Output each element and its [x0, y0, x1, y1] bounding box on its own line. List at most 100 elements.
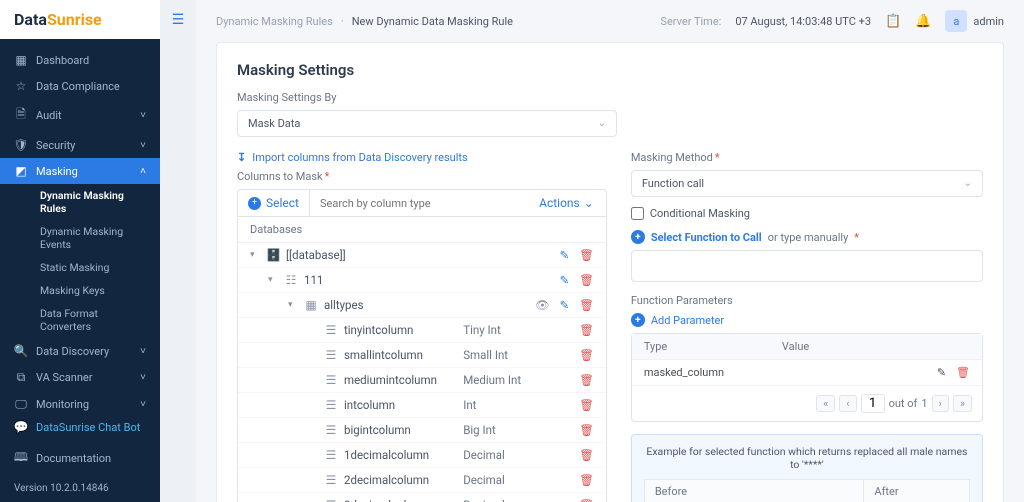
delete-icon[interactable]: 🗑 — [579, 323, 594, 337]
delete-icon[interactable]: 🗑 — [579, 423, 594, 437]
masking-settings-card: Masking Settings Masking Settings By Mas… — [216, 42, 1004, 502]
sidebar-item-va-scanner[interactable]: ⧉VA Scanner˅ — [0, 364, 160, 391]
import-columns-link[interactable]: Import columns from Data Discovery resul… — [237, 151, 607, 164]
tree-row[interactable]: ▾🗄️[[database]]✎🗑 — [238, 243, 606, 268]
settings-by-select[interactable]: Mask Data ⌄ — [237, 110, 617, 137]
delete-icon[interactable]: 🗑 — [579, 473, 594, 487]
tree-row[interactable]: ☰bigintcolumnBig Int🗑 — [238, 418, 606, 443]
admin-badge: a — [945, 10, 967, 32]
tree-icon: ☰ — [324, 323, 338, 337]
edit-icon[interactable]: ✎ — [560, 273, 570, 287]
edit-icon[interactable]: ✎ — [937, 366, 946, 379]
logo[interactable]: DataSunrise — [0, 0, 160, 39]
delete-icon[interactable]: 🗑 — [579, 498, 594, 502]
conditional-masking-checkbox[interactable] — [631, 207, 644, 220]
tree-icon: ☰ — [324, 348, 338, 362]
chevron-icon: ˅ — [140, 372, 146, 383]
eye-icon[interactable]: 👁 — [535, 298, 550, 312]
tree-icon: ☰ — [324, 373, 338, 387]
nav-icon: 🛡 — [14, 138, 28, 152]
bell-icon[interactable]: 🔔 — [915, 14, 931, 29]
settings-by-value: Mask Data — [248, 117, 300, 130]
delete-icon[interactable]: 🗑 — [579, 298, 594, 312]
databases-header: Databases — [238, 217, 606, 243]
import-columns-label: Import columns from Data Discovery resul… — [252, 151, 467, 164]
tree-name: intcolumn — [344, 398, 457, 412]
chevron-icon: ˅ — [140, 346, 146, 357]
function-input[interactable] — [631, 250, 983, 282]
select-function-label: Select Function to Call — [651, 231, 762, 244]
admin-menu[interactable]: a admin — [945, 10, 1004, 32]
sidebar-toggle[interactable]: ☰ — [160, 0, 196, 502]
sidebar-subitem-data-format-converters[interactable]: Data Format Converters — [30, 302, 160, 338]
pager-next[interactable]: › — [932, 395, 949, 412]
caret-icon[interactable]: ▾ — [268, 275, 278, 285]
tree-row[interactable]: ☰mediumintcolumnMedium Int🗑 — [238, 368, 606, 393]
logo-text-2: Sunrise — [47, 10, 102, 29]
tree-icon: ☰ — [324, 398, 338, 412]
tree-name: alltypes — [324, 298, 413, 312]
delete-icon[interactable]: 🗑 — [579, 248, 594, 262]
plus-icon[interactable]: + — [631, 313, 645, 327]
sidebar-item-audit[interactable]: 🗎Audit˅ — [0, 99, 160, 132]
delete-icon[interactable]: 🗑 — [579, 273, 594, 287]
edit-icon[interactable]: ✎ — [560, 298, 570, 312]
columns-to-mask-label: Columns to Mask — [237, 170, 607, 183]
chatbot-link[interactable]: 💬 DataSunrise Chat Bot — [0, 412, 160, 442]
delete-icon[interactable]: 🗑 — [956, 366, 970, 379]
sidebar-item-security[interactable]: 🛡Security˅ — [0, 132, 160, 158]
nav-label: Data Compliance — [36, 80, 120, 93]
tree-icon: ☰ — [324, 448, 338, 462]
delete-icon[interactable]: 🗑 — [579, 398, 594, 412]
pager-first[interactable]: « — [816, 395, 835, 412]
masking-method-value: Function call — [642, 177, 704, 190]
select-button-label: Select — [266, 196, 299, 210]
tree-icon: ☰ — [324, 423, 338, 437]
add-parameter-link[interactable]: Add Parameter — [651, 314, 724, 327]
tree-row[interactable]: ☰intcolumnInt🗑 — [238, 393, 606, 418]
edit-icon[interactable]: ✎ — [560, 248, 570, 262]
tree-row[interactable]: ☰1decimalcolumnDecimal🗑 — [238, 443, 606, 468]
sidebar-subitem-dynamic-masking-events[interactable]: Dynamic Masking Events — [30, 220, 160, 256]
clipboard-icon[interactable]: 📋 — [885, 14, 901, 29]
tree-row[interactable]: ☰2decimalcolumnDecimal🗑 — [238, 468, 606, 493]
sidebar-item-data-discovery[interactable]: 🔍 Data Discovery ˅ — [0, 338, 160, 364]
tree-row[interactable]: ☰tinyintcolumnTiny Int🗑 — [238, 318, 606, 343]
chat-icon: 💬 — [14, 420, 28, 434]
tree-row[interactable]: ☰smallintcolumnSmall Int🗑 — [238, 343, 606, 368]
select-function-rest: or type manually — [768, 231, 849, 244]
sidebar-item-monitoring[interactable]: 🖵Monitoring˅ — [0, 391, 160, 412]
caret-icon[interactable]: ▾ — [250, 250, 260, 260]
delete-icon[interactable]: 🗑 — [579, 448, 594, 462]
tree-row[interactable]: ☰3decimalcolumnDecimal🗑 — [238, 493, 606, 502]
server-time-label: Server Time: — [660, 15, 721, 28]
caret-icon[interactable]: ▾ — [288, 300, 298, 310]
delete-icon[interactable]: 🗑 — [579, 348, 594, 362]
tree-row[interactable]: ▾☷111✎🗑 — [238, 268, 606, 293]
pager-out-of: out of — [889, 397, 918, 410]
sidebar-item-dashboard[interactable]: ▦Dashboard — [0, 47, 160, 73]
select-button[interactable]: + Select — [238, 190, 310, 216]
delete-icon[interactable]: 🗑 — [579, 373, 594, 387]
plus-icon[interactable]: + — [631, 230, 645, 244]
doc-icon: 🕮 — [14, 448, 28, 469]
sidebar-subitem-static-masking[interactable]: Static Masking — [30, 256, 160, 279]
pager-last[interactable]: » — [953, 395, 972, 412]
documentation-link[interactable]: 🕮 Documentation — [0, 442, 160, 475]
actions-dropdown[interactable]: Actions ⌄ — [527, 190, 606, 216]
nav-icon: 🔍 — [14, 344, 28, 358]
sidebar-item-masking[interactable]: ◩Masking˄ — [0, 158, 160, 184]
search-input[interactable] — [310, 191, 527, 216]
pager-prev[interactable]: ‹ — [839, 395, 856, 412]
tree-name: [[database]] — [286, 248, 438, 262]
tree-row[interactable]: ▾▦alltypes👁✎🗑 — [238, 293, 606, 318]
sidebar-item-data-compliance[interactable]: ☆Data Compliance — [0, 73, 160, 99]
sidebar-subitem-dynamic-masking-rules[interactable]: Dynamic Masking Rules — [30, 184, 160, 220]
tree-name: 3decimalcolumn — [344, 498, 457, 502]
nav-label: Data Discovery — [36, 345, 109, 358]
masking-method-select[interactable]: Function call ⌄ — [631, 170, 983, 197]
pager-current[interactable] — [861, 394, 885, 413]
sidebar-subitem-masking-keys[interactable]: Masking Keys — [30, 279, 160, 302]
breadcrumb-parent[interactable]: Dynamic Masking Rules — [216, 15, 333, 28]
nav-icon: ◩ — [14, 164, 28, 178]
